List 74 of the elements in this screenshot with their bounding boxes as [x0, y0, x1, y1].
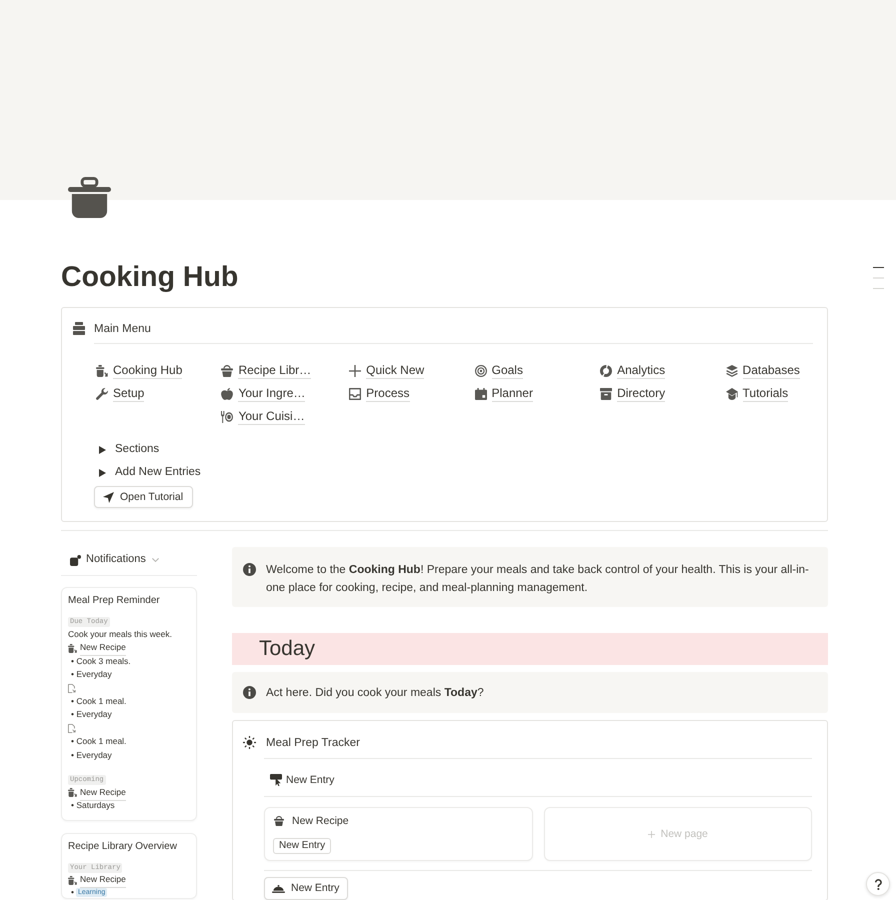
- info-icon: [243, 563, 256, 576]
- pot-arrow-icon: [96, 364, 108, 376]
- toggle-item[interactable]: Sections: [94, 439, 160, 460]
- cabinet-icon: [73, 322, 85, 335]
- menu-link[interactable]: Quick New: [349, 360, 424, 380]
- menu-link[interactable]: Goals: [474, 360, 523, 380]
- fork-plate-icon: [221, 410, 234, 422]
- callout-text: Act here. Did you cook your meals Today?: [266, 686, 484, 700]
- plus-icon: [349, 364, 362, 376]
- pot-arrow-icon: [68, 876, 77, 885]
- notification-icon: [70, 554, 81, 566]
- calendar-icon: [474, 388, 487, 400]
- list-text: • Cook 1 meal.: [70, 735, 126, 748]
- archive-box-icon: [600, 388, 612, 400]
- list-text: • Everyday: [70, 748, 112, 762]
- page-link[interactable]: New Recipe: [68, 640, 126, 656]
- menu-link[interactable]: Directory: [600, 384, 666, 404]
- info-icon: [243, 686, 256, 698]
- page-icon: [68, 724, 76, 733]
- menu-title: Main Menu: [94, 322, 151, 337]
- menu-link[interactable]: Your Ingre…: [221, 384, 306, 404]
- section-heading: Today: [232, 633, 828, 665]
- apple-icon: [221, 388, 234, 400]
- card-title: Recipe Library Overview: [68, 840, 178, 854]
- menu-link[interactable]: Planner: [474, 384, 533, 404]
- toggle-item[interactable]: Add New Entries: [94, 462, 201, 483]
- list-text: • Cook 1 meal.: [70, 694, 126, 708]
- graduation-cap-icon: [726, 388, 738, 400]
- menu-link[interactable]: Setup: [96, 384, 144, 404]
- pot-arrow-icon: [68, 644, 77, 653]
- menu-link[interactable]: Analytics: [600, 360, 666, 380]
- basket-icon: [221, 364, 234, 376]
- menu-link[interactable]: Tutorials: [726, 384, 788, 404]
- cooking-pot-icon: [68, 177, 111, 218]
- new-entry-button[interactable]: New Entry: [264, 877, 348, 900]
- plus-icon: [648, 830, 655, 838]
- page-icon: [68, 684, 76, 693]
- pot-arrow-icon: [68, 788, 77, 798]
- menu-link[interactable]: Cooking Hub: [96, 360, 182, 380]
- inbox-icon: [349, 388, 362, 400]
- list-bullet: •: [70, 888, 74, 898]
- sun-icon: [243, 736, 256, 749]
- gallery-card[interactable]: New Recipe New Entry: [264, 807, 532, 861]
- menu-link[interactable]: Databases: [726, 360, 800, 380]
- menu-link[interactable]: Your Cuisi…: [221, 406, 305, 426]
- tracker-title: Meal Prep Tracker: [265, 736, 360, 751]
- pointer-sign-icon: [270, 774, 282, 786]
- wrench-icon: [96, 388, 108, 400]
- donut-chart-icon: [600, 364, 612, 376]
- list-text: • Everyday: [70, 708, 112, 722]
- property-tag: New Entry: [273, 838, 332, 854]
- navigation-arrow-icon: [103, 492, 114, 502]
- menu-link[interactable]: Process: [349, 384, 410, 404]
- reminder-text: Cook your meals this week.: [68, 628, 172, 641]
- notifications-dropdown[interactable]: Notifications: [70, 551, 159, 569]
- chevron-down-icon: [152, 558, 159, 562]
- page-link[interactable]: New Recipe: [68, 784, 126, 801]
- new-entry-link[interactable]: New Entry: [270, 771, 334, 789]
- list-text: • Cook 3 meals.: [70, 654, 131, 668]
- help-button[interactable]: [866, 872, 890, 896]
- outline-lines-icon[interactable]: [873, 267, 884, 289]
- layers-icon: [726, 364, 738, 376]
- card-title: New Recipe: [292, 814, 349, 829]
- basket-icon: [274, 816, 284, 826]
- callout-text: Welcome to the Cooking Hub! Prepare your meals and take back control of your health. This is your all-in-one place for cooking, recipe, and meal-planning management.: [266, 563, 810, 596]
- dish-icon: [272, 884, 285, 892]
- menu-link[interactable]: Recipe Libr…: [221, 360, 312, 380]
- target-icon: [474, 364, 487, 376]
- page-title: Cooking Hub: [61, 260, 240, 294]
- question-mark-icon: [874, 878, 882, 890]
- list-text: • Saturdays: [70, 799, 115, 812]
- list-text: • Everyday: [70, 668, 112, 682]
- card-title: Meal Prep Reminder: [68, 594, 161, 608]
- tutorial-button[interactable]: Open Tutorial: [94, 486, 194, 508]
